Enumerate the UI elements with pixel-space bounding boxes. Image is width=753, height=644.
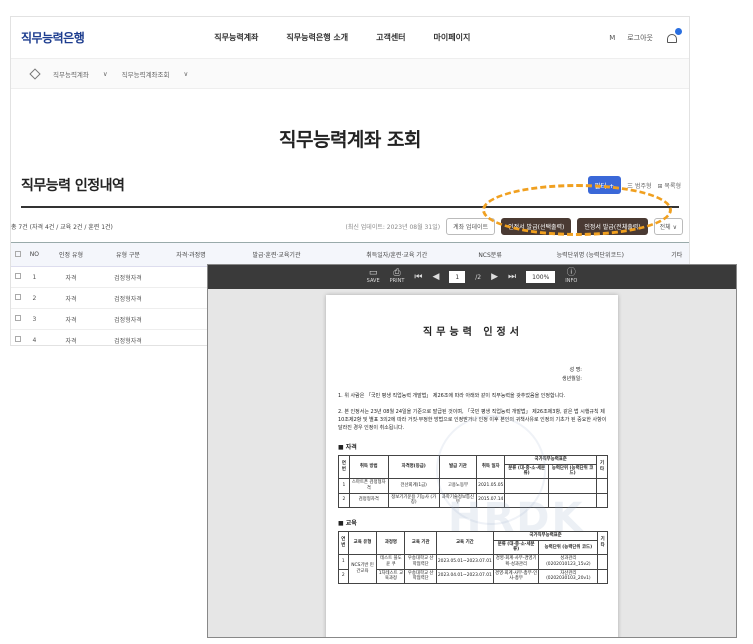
global-nav: 직무능력은행 직무능력계좌 직무능력은행 소개 고객센터 마이페이지 M 로그아…	[11, 17, 689, 59]
row-checkbox[interactable]	[14, 315, 21, 321]
main-menu: 직무능력계좌 직무능력은행 소개 고객센터 마이페이지	[214, 32, 470, 43]
save-button[interactable]: ▭ SAVE	[367, 268, 380, 284]
name-label: 성 명:	[569, 367, 582, 373]
table-header: 취득일자/훈련·교육 기간	[329, 242, 465, 267]
page-total: /2	[475, 273, 482, 281]
first-page-icon[interactable]: ⏮	[414, 272, 422, 282]
table-cell: 2	[24, 287, 45, 309]
table-row: 1 NCS기반 민간교육 테스트 블도윤 쿠 우송대학교 산학협력단 2023.05.0…	[338, 554, 608, 585]
page-input[interactable]: 1	[449, 271, 466, 283]
notification-icon[interactable]	[665, 27, 682, 45]
zoom-select[interactable]: 100%	[526, 271, 556, 283]
view-list-button[interactable]: ⊞ 목록형	[658, 181, 682, 190]
table-header: 유형 구분	[97, 242, 159, 267]
section-title: 직무능력 인정내역	[21, 178, 125, 194]
table-cell: 검정형자격	[97, 266, 159, 288]
table-cell: 자격	[44, 287, 98, 309]
breadcrumb: 직무능력계좌 ∨ 직무능력계좌조회 ∨	[11, 59, 689, 89]
table-header: 기타	[664, 242, 689, 267]
table-header: 발급·훈련·교육기관	[223, 242, 330, 267]
table-cell: 자격	[44, 266, 98, 288]
utility-area: M 로그아웃	[609, 27, 682, 45]
table-cell: 3	[24, 308, 45, 330]
table-header: 자격·과정명	[158, 242, 224, 267]
table-cell: 검정형자격	[97, 329, 159, 345]
table-header	[11, 242, 25, 267]
menu-item-about[interactable]: 직무능력은행 소개	[286, 32, 348, 43]
table-cell: 검정형자격	[97, 308, 159, 330]
table-header: NCS분류	[464, 242, 517, 267]
screenshot-stage: 직무능력은행 직무능력계좌 직무능력은행 소개 고객센터 마이페이지 M 로그아…	[0, 0, 753, 644]
row-checkbox[interactable]	[14, 273, 21, 279]
chevron-down-icon[interactable]: ∨	[184, 70, 189, 78]
holder-info: 성 명: 생년월일:	[338, 366, 608, 384]
logout-link[interactable]: 로그아웃	[627, 33, 653, 43]
table-cell: 자격	[44, 308, 98, 330]
table-header: NO	[24, 242, 45, 267]
row-checkbox[interactable]	[14, 294, 21, 300]
menu-item-account[interactable]: 직무능력계좌	[214, 32, 258, 43]
viewer-toolbar: ▭ SAVE ⎙ PRINT ⏮ ◀ 1 /2 ▶ ⏭ 100% ⓘ INFO	[208, 265, 736, 289]
birth-label: 생년월일:	[561, 376, 582, 382]
prev-page-icon[interactable]: ◀	[433, 272, 440, 282]
select-all-checkbox[interactable]	[14, 250, 21, 257]
next-page-icon[interactable]: ▶	[491, 272, 498, 282]
breadcrumb-level2[interactable]: 직무능력계좌조회	[122, 69, 170, 79]
viewer-body[interactable]: HRDK 직무능력 인정서 성 명: 생년월일: 1. 위 사람은 「국민 평생…	[208, 289, 736, 637]
menu-item-mypage[interactable]: 마이페이지	[434, 32, 471, 43]
table-cell: 자격	[44, 329, 98, 345]
account-update-button[interactable]: 계좌 업데이트	[446, 217, 496, 235]
table-cell: 검정형자격	[97, 287, 159, 309]
site-logo[interactable]: 직무능력은행	[21, 29, 85, 46]
table-cell: 4	[24, 329, 45, 345]
doc-title: 직무능력 인정서	[423, 327, 523, 338]
chevron-down-icon[interactable]: ∨	[103, 70, 108, 78]
last-page-icon[interactable]: ⏭	[508, 272, 516, 282]
total-count: 총 7건 (자격 4건 / 교육 2건 / 훈련 1건)	[11, 223, 113, 231]
watermark-logo: HRDK	[448, 495, 585, 541]
table-cell: 1	[24, 266, 45, 288]
update-date: (최신 업데이트: 2023년 08월 31일)	[345, 223, 441, 231]
table-header-row: NO 인정 유형 유형 구분 자격·과정명 발급·훈련·교육기관 취득일자/훈련…	[11, 242, 689, 267]
table-row: 2 1차테스트 교육과정 우송대학교 산학협력단 2023.04.01~2023.07…	[338, 568, 608, 585]
table-header: 능력단위명 (능력단위코드)	[516, 242, 665, 267]
doc-paragraph-1: 1. 위 사람은 「국민 평생 직업능력 개발법」 제26조에 따라 아래와 같…	[338, 393, 566, 399]
menu-item-support[interactable]: 고객센터	[376, 32, 405, 43]
user-mark: M	[609, 33, 616, 42]
print-button[interactable]: ⎙ PRINT	[390, 268, 405, 284]
table-header: 인정 유형	[44, 242, 98, 267]
pdf-viewer: ▭ SAVE ⎙ PRINT ⏮ ◀ 1 /2 ▶ ⏭ 100% ⓘ INFO HRD…	[207, 264, 737, 638]
breadcrumb-level1[interactable]: 직무능력계좌	[53, 69, 89, 79]
page-title: 직무능력계좌 조회	[279, 129, 421, 151]
document-page: HRDK 직무능력 인정서 성 명: 생년월일: 1. 위 사람은 「국민 평생…	[326, 295, 618, 637]
highlight-oval	[482, 184, 672, 236]
info-button[interactable]: ⓘ INFO	[565, 268, 577, 284]
home-icon[interactable]	[29, 67, 41, 80]
row-checkbox[interactable]	[14, 336, 21, 342]
